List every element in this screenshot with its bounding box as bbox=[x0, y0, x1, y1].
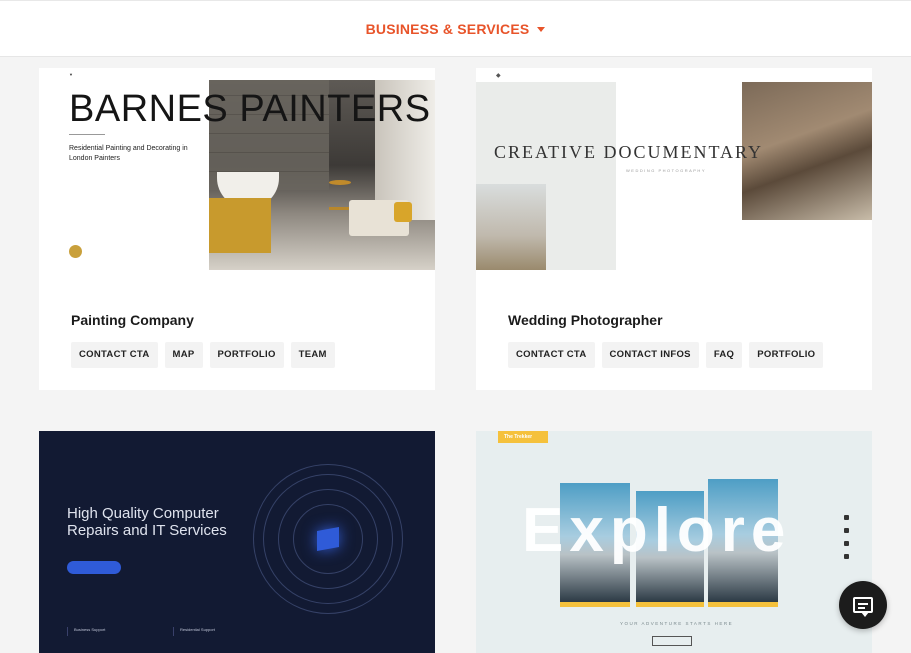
template-preview-it-services[interactable]: High Quality Computer Repairs and IT Ser… bbox=[39, 431, 435, 653]
tag-contact-cta[interactable]: CONTACT CTA bbox=[71, 342, 158, 368]
preview-tagline: YOUR ADVENTURE STARTS HERE bbox=[620, 621, 734, 626]
tag-faq[interactable]: FAQ bbox=[705, 342, 743, 368]
preview-button bbox=[652, 636, 692, 646]
pinterest-icon bbox=[844, 554, 849, 559]
preview-photo-couple bbox=[476, 184, 546, 270]
template-card-it-services[interactable]: High Quality Computer Repairs and IT Ser… bbox=[39, 431, 435, 653]
tag-team[interactable]: TEAM bbox=[290, 342, 335, 368]
preview-heading: Explore bbox=[522, 496, 792, 565]
preview-logo: ▼ bbox=[69, 72, 73, 77]
preview-badge-icon bbox=[69, 245, 82, 258]
tag-contact-cta[interactable]: CONTACT CTA bbox=[508, 342, 595, 368]
card-tags: CONTACT CTA CONTACT INFOS FAQ PORTFOLIO bbox=[508, 342, 824, 368]
caret-down-icon bbox=[537, 27, 546, 32]
template-preview-wedding[interactable]: ◆ CREATIVE DOCUMENTARY WEDDING PHOTOGRAP… bbox=[476, 68, 872, 292]
card-title[interactable]: Wedding Photographer bbox=[508, 312, 663, 328]
template-card-wedding[interactable]: ◆ CREATIVE DOCUMENTARY WEDDING PHOTOGRAP… bbox=[476, 68, 872, 390]
instagram-icon bbox=[844, 528, 849, 533]
preview-heading: CREATIVE DOCUMENTARY bbox=[494, 142, 764, 162]
preview-col: Residential Support bbox=[173, 627, 251, 636]
chat-button[interactable] bbox=[839, 581, 887, 629]
preview-heading: High Quality Computer Repairs and IT Ser… bbox=[67, 505, 227, 539]
preview-footer: Business Support Residential Support bbox=[67, 627, 251, 636]
tag-contact-infos[interactable]: CONTACT INFOS bbox=[601, 342, 699, 368]
card-tags: CONTACT CTA MAP PORTFOLIO TEAM bbox=[71, 342, 335, 368]
twitter-icon bbox=[844, 515, 849, 520]
chat-bubble-icon bbox=[853, 597, 873, 617]
card-title[interactable]: Painting Company bbox=[71, 312, 194, 328]
facebook-icon bbox=[844, 541, 849, 546]
preview-subheading: Residential Painting and Decorating in L… bbox=[69, 145, 188, 162]
preview-logo: ◆ bbox=[496, 73, 501, 79]
category-label: BUSINESS & SERVICES bbox=[365, 20, 530, 37]
template-preview-painting[interactable]: ▼ BARNES PAINTERS Residential Painting a… bbox=[39, 68, 435, 292]
preview-heading: BARNES PAINTERS bbox=[69, 88, 431, 130]
preview-divider bbox=[69, 134, 105, 135]
preview-col-heading: Business Support bbox=[74, 627, 106, 632]
tag-portfolio[interactable]: PORTFOLIO bbox=[209, 342, 284, 368]
social-icons bbox=[844, 515, 849, 559]
preview-col-heading: Residential Support bbox=[180, 627, 215, 632]
template-card-explore[interactable]: The Trekker Explore YOUR ADVENTURE START… bbox=[476, 431, 872, 653]
cube-icon bbox=[317, 527, 339, 551]
preview-badge: The Trekker bbox=[498, 431, 548, 443]
tag-map[interactable]: MAP bbox=[164, 342, 203, 368]
category-dropdown[interactable]: BUSINESS & SERVICES bbox=[366, 21, 546, 37]
tag-portfolio[interactable]: PORTFOLIO bbox=[749, 342, 824, 368]
preview-cta-button bbox=[67, 561, 121, 574]
preview-subheading: WEDDING PHOTOGRAPHY bbox=[626, 168, 706, 173]
template-card-painting[interactable]: ▼ BARNES PAINTERS Residential Painting a… bbox=[39, 68, 435, 390]
preview-col: Business Support bbox=[67, 627, 145, 636]
template-preview-explore[interactable]: The Trekker Explore YOUR ADVENTURE START… bbox=[476, 431, 872, 653]
category-header: BUSINESS & SERVICES bbox=[0, 0, 911, 57]
